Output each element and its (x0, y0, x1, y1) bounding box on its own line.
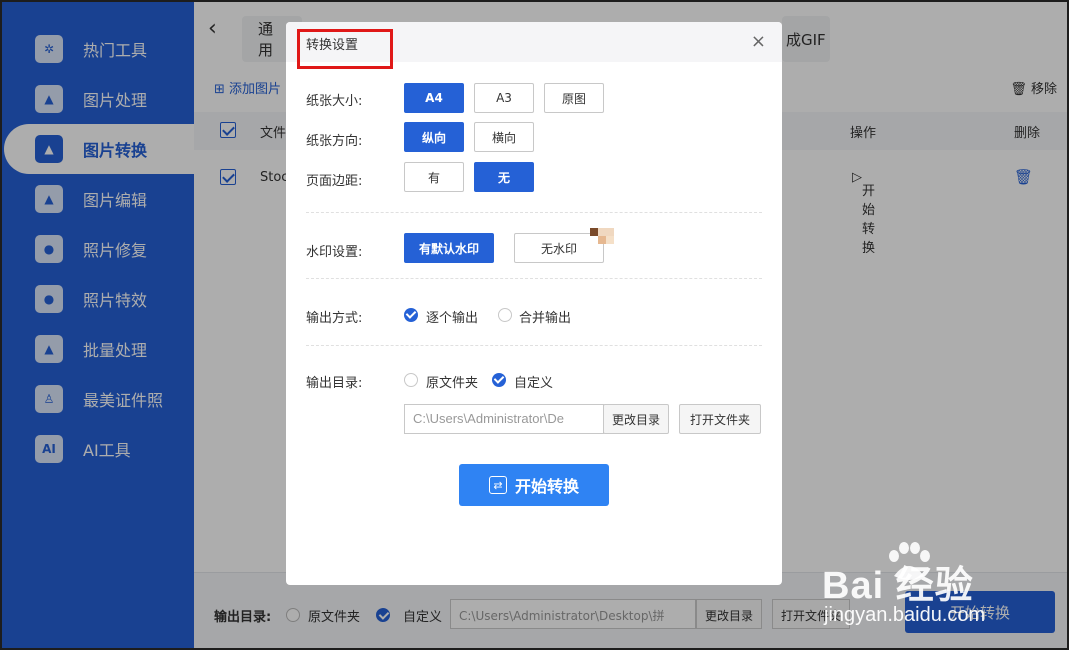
divider (306, 212, 762, 213)
artifact-pixel (590, 228, 598, 236)
orientation-landscape[interactable]: 横向 (474, 122, 534, 152)
output-dir-label: 输出目录: (306, 376, 363, 391)
margin-no[interactable]: 无 (474, 162, 534, 192)
baidu-jingyan-watermark: Bai 经验 jingyan.baidu.com (822, 542, 1062, 642)
paper-size-a3[interactable]: A3 (474, 83, 534, 113)
app-window: ✲ 热门工具 ▲ 图片处理 ▲ 图片转换 ▲ 图片编辑 ● 照片修复 ● 照片特… (0, 0, 1069, 650)
watermark-url: jingyan.baidu.com (824, 604, 986, 626)
highlight-box (297, 29, 393, 69)
watermark-brand: Bai 经验 (822, 565, 974, 607)
paper-size-original[interactable]: 原图 (544, 83, 604, 113)
divider (306, 345, 762, 346)
orientation-portrait[interactable]: 纵向 (404, 122, 464, 152)
change-dir-button[interactable]: 更改目录 (603, 404, 669, 434)
paper-size-label: 纸张大小: (306, 94, 363, 109)
conversion-settings-dialog: 转换设置 × 纸张大小: A4 A3 原图 纸张方向: 纵向 横向 页面边距: … (286, 22, 782, 585)
margin-label: 页面边距: (306, 174, 363, 189)
watermark-label: 水印设置: (306, 245, 363, 260)
output-path-input[interactable]: C:\Users\Administrator\De (404, 404, 604, 434)
margin-yes[interactable]: 有 (404, 162, 464, 192)
watermark-none[interactable]: 无水印 (514, 233, 604, 263)
output-dir-custom-radio[interactable] (492, 373, 506, 387)
swap-icon: ⇄ (488, 476, 507, 494)
output-mode-individual-radio[interactable] (404, 308, 418, 322)
output-mode-label: 输出方式: (306, 311, 363, 326)
artifact-pixel (598, 228, 606, 236)
close-icon[interactable]: × (751, 31, 766, 52)
orientation-label: 纸张方向: (306, 134, 363, 149)
output-mode-merge-radio[interactable] (498, 308, 512, 322)
output-dir-original-radio[interactable] (404, 373, 418, 387)
divider (306, 278, 762, 279)
open-folder-button[interactable]: 打开文件夹 (679, 404, 761, 434)
artifact-pixel (606, 236, 614, 244)
watermark-default[interactable]: 有默认水印 (404, 233, 494, 263)
artifact-pixel (606, 228, 614, 236)
paper-size-a4[interactable]: A4 (404, 83, 464, 113)
artifact-pixel (598, 236, 606, 244)
start-convert-button[interactable]: ⇄ 开始转换 (459, 464, 609, 506)
